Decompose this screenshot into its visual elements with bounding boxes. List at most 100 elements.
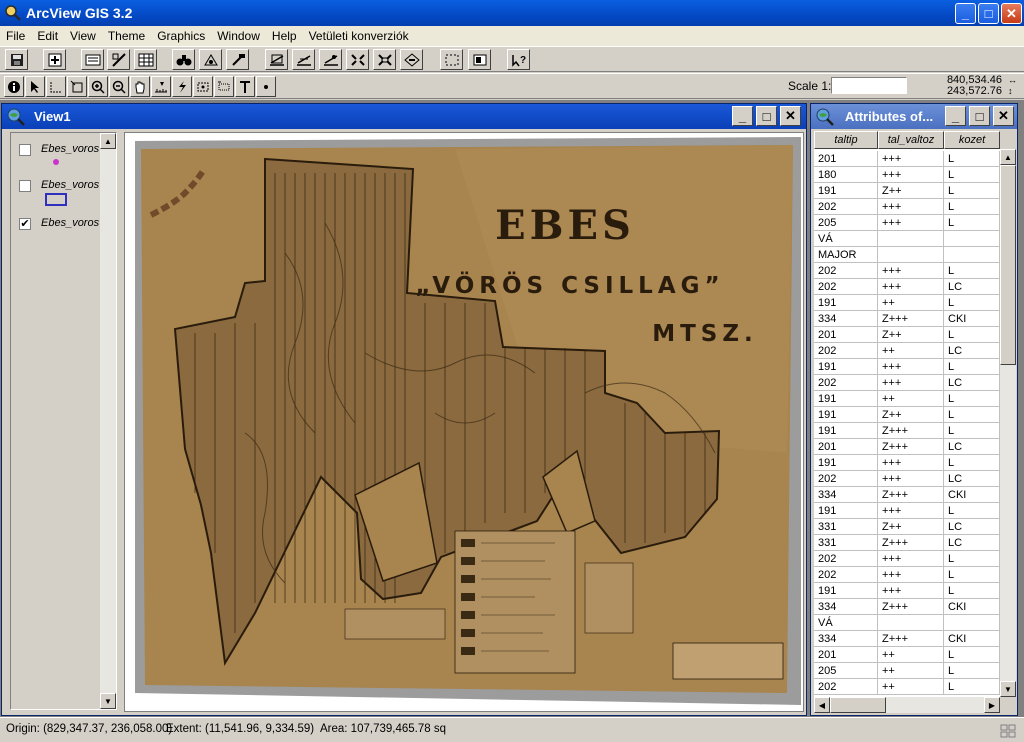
table-cell-tal-valtoz[interactable]: Z+++ [878,439,944,455]
zoom-full-extent-icon[interactable] [265,49,288,70]
theme-visibility-checkbox[interactable] [19,180,31,192]
table-cell-tal-valtoz[interactable]: +++ [878,199,944,215]
table-cell-taltip[interactable]: 331 [814,519,878,535]
map-display[interactable]: EBES „VÖRÖS CSILLAG” MTSZ. [124,132,804,712]
text-tool-icon[interactable] [235,76,255,97]
theme-visibility-checkbox[interactable]: ✔ [19,218,31,230]
theme-entry-image[interactable]: ✔ Ebes_voros [15,211,101,245]
table-cell-tal-valtoz[interactable]: Z+++ [878,631,944,647]
table-cell-kozet[interactable]: LC [944,535,1000,551]
table-cell-taltip[interactable]: 202 [814,551,878,567]
identify-icon[interactable] [4,76,24,97]
label-icon[interactable] [214,76,234,97]
table-cell-taltip[interactable]: 201 [814,327,878,343]
table-cell-tal-valtoz[interactable]: +++ [878,215,944,231]
resize-grip-icon[interactable] [1000,724,1016,738]
table-cell-tal-valtoz[interactable]: Z+++ [878,311,944,327]
table-cell-taltip[interactable]: 191 [814,359,878,375]
column-header-tal-valtoz[interactable]: tal_valtoz [878,131,944,149]
zoom-out-fixed-icon[interactable] [373,49,396,70]
menu-file[interactable]: File [0,29,31,43]
scroll-up-icon[interactable]: ▲ [1000,149,1016,165]
attribute-table[interactable]: taltip tal_valtoz kozet 201 +++ L 180 +++ L 19… [814,131,1000,697]
table-row[interactable]: 201 +++ L [814,151,1000,167]
table-row[interactable]: 202 ++ L [814,679,1000,695]
attributes-vertical-scrollbar[interactable]: ▲ ▼ [1000,149,1016,697]
table-row[interactable]: 331 Z++ LC [814,519,1000,535]
table-row[interactable]: 202 +++ LC [814,471,1000,487]
zoom-out-icon[interactable] [109,76,129,97]
scroll-left-icon[interactable]: ◀ [814,697,830,713]
scroll-up-icon[interactable]: ▲ [100,133,116,149]
table-cell-tal-valtoz[interactable]: +++ [878,151,944,167]
table-cell-taltip[interactable]: 191 [814,407,878,423]
table-row[interactable]: 202 +++ LC [814,375,1000,391]
table-cell-taltip[interactable]: 180 [814,167,878,183]
table-cell-tal-valtoz[interactable]: Z+++ [878,423,944,439]
table-cell-kozet[interactable]: L [944,167,1000,183]
table-row[interactable]: VÁ [814,615,1000,631]
table-cell-kozet[interactable]: LC [944,343,1000,359]
table-cell-kozet[interactable]: LC [944,375,1000,391]
help-icon[interactable]: ? [507,49,530,70]
table-cell-kozet[interactable]: L [944,567,1000,583]
table-cell-taltip[interactable]: 191 [814,423,878,439]
table-cell-taltip[interactable]: 201 [814,439,878,455]
theme-visibility-checkbox[interactable] [19,144,31,156]
table-cell-tal-valtoz[interactable]: ++ [878,647,944,663]
measure-icon[interactable] [151,76,171,97]
table-row[interactable]: 334 Z+++ CKI [814,599,1000,615]
table-row[interactable]: 191 Z++ L [814,407,1000,423]
table-cell-kozet[interactable]: L [944,679,1000,695]
table-cell-kozet[interactable]: L [944,455,1000,471]
draw-point-icon[interactable] [256,76,276,97]
table-cell-taltip[interactable]: VÁ [814,231,878,247]
table-row[interactable]: 202 +++ L [814,567,1000,583]
table-cell-kozet[interactable]: L [944,551,1000,567]
table-row[interactable]: 191 +++ L [814,455,1000,471]
scale-input[interactable] [831,77,907,94]
table-cell-taltip[interactable]: 202 [814,279,878,295]
theme-properties-icon[interactable] [81,49,104,70]
attributes-minimize-button[interactable]: _ [945,106,966,126]
table-cell-tal-valtoz[interactable]: +++ [878,551,944,567]
close-button[interactable]: ✕ [1001,3,1022,24]
table-cell-taltip[interactable]: 191 [814,391,878,407]
open-table-icon[interactable] [134,49,157,70]
table-cell-kozet[interactable] [944,615,1000,631]
zoom-active-themes-icon[interactable] [292,49,315,70]
view-minimize-button[interactable]: _ [732,106,753,126]
table-cell-tal-valtoz[interactable]: Z+++ [878,599,944,615]
theme-entry-polygon[interactable]: Ebes_voros [15,173,101,207]
table-cell-taltip[interactable]: 202 [814,199,878,215]
view-titlebar[interactable]: View1 _ □ ✕ [2,104,806,129]
table-row[interactable]: 201 Z+++ LC [814,439,1000,455]
menu-view[interactable]: View [64,29,102,43]
table-cell-kozet[interactable]: L [944,647,1000,663]
menu-theme[interactable]: Theme [102,29,151,43]
table-cell-tal-valtoz[interactable]: +++ [878,263,944,279]
pointer-icon[interactable] [25,76,45,97]
table-cell-tal-valtoz[interactable]: +++ [878,583,944,599]
table-cell-tal-valtoz[interactable]: +++ [878,503,944,519]
table-row[interactable]: 202 +++ L [814,199,1000,215]
locate-address-icon[interactable] [199,49,222,70]
table-cell-kozet[interactable]: L [944,183,1000,199]
table-row[interactable]: 202 +++ L [814,263,1000,279]
table-cell-kozet[interactable] [944,247,1000,263]
table-row[interactable]: MAJOR [814,247,1000,263]
table-cell-tal-valtoz[interactable]: ++ [878,663,944,679]
table-cell-taltip[interactable]: 202 [814,471,878,487]
table-row[interactable]: 202 +++ LC [814,279,1000,295]
table-cell-taltip[interactable]: 334 [814,487,878,503]
table-row[interactable]: 205 ++ L [814,663,1000,679]
scroll-right-icon[interactable]: ▶ [984,697,1000,713]
pan-icon[interactable] [130,76,150,97]
table-cell-tal-valtoz[interactable]: ++ [878,679,944,695]
table-cell-taltip[interactable]: 202 [814,375,878,391]
table-cell-taltip[interactable]: VÁ [814,615,878,631]
table-cell-tal-valtoz[interactable]: +++ [878,359,944,375]
table-cell-tal-valtoz[interactable] [878,231,944,247]
table-cell-taltip[interactable]: 191 [814,183,878,199]
table-cell-tal-valtoz[interactable]: ++ [878,343,944,359]
